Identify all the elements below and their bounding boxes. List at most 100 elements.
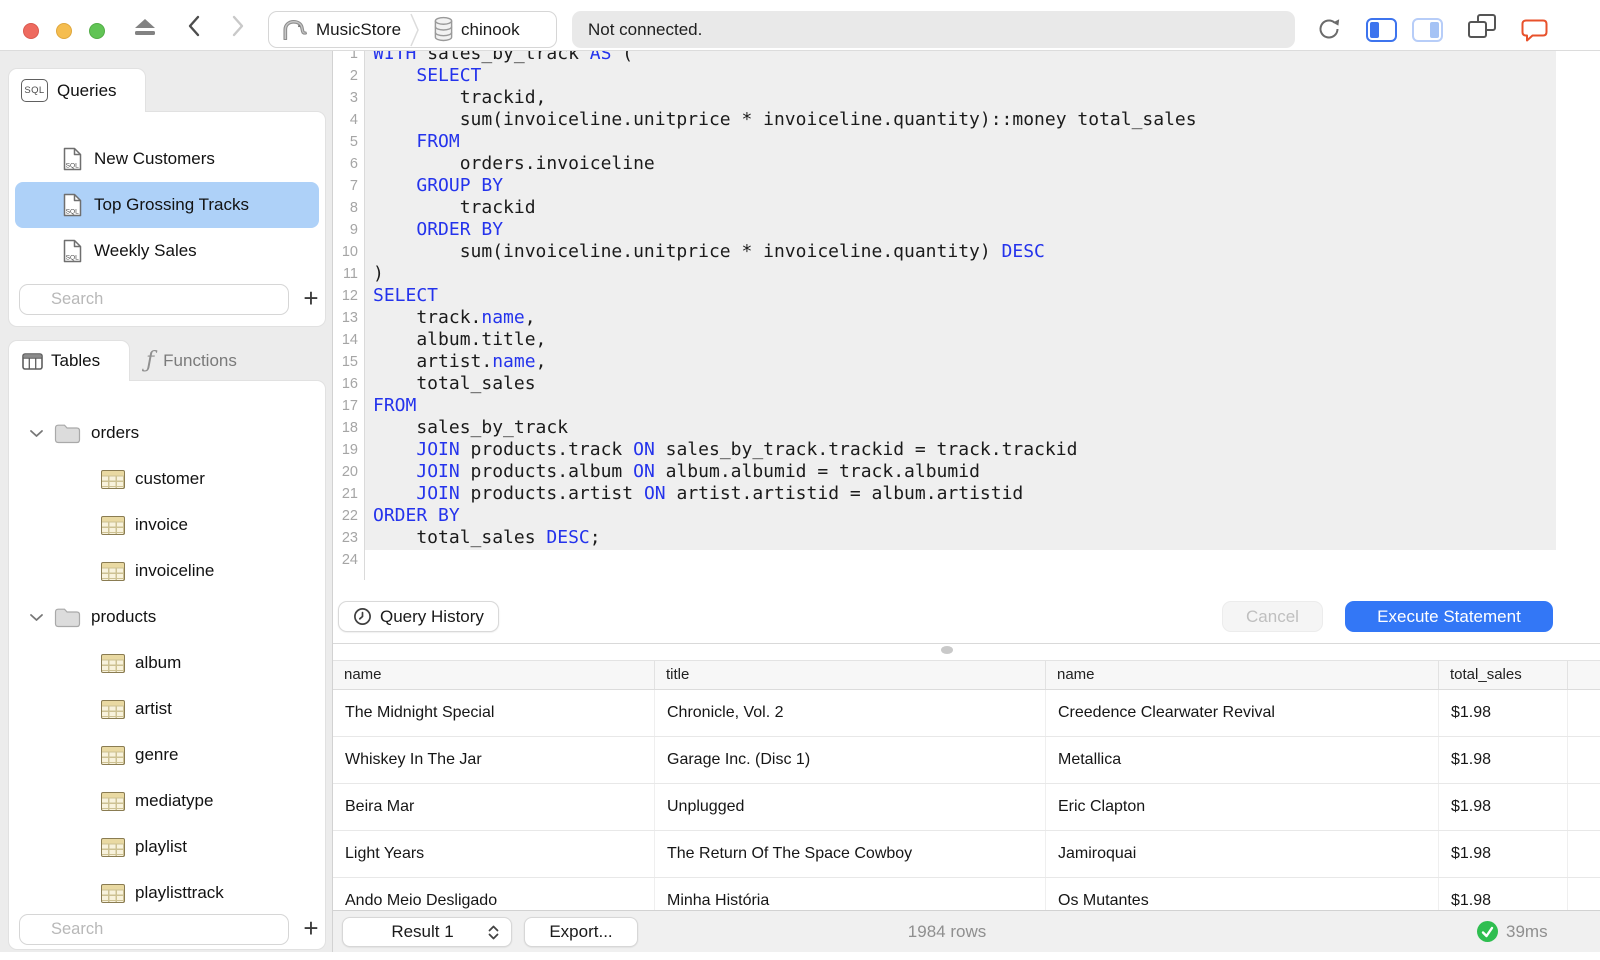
close-button[interactable]	[23, 23, 39, 39]
cell[interactable]: Light Years	[333, 831, 655, 877]
column-header-title-1[interactable]: title	[655, 661, 1046, 689]
code-line: 7 GROUP BY	[333, 175, 1600, 197]
cell[interactable]: $1.98	[1439, 878, 1568, 910]
splitter-handle[interactable]	[941, 646, 953, 654]
table-item-mediatype[interactable]: mediatype	[9, 778, 325, 824]
table-icon	[101, 469, 125, 489]
result-selector[interactable]: Result 1	[342, 917, 512, 947]
cell[interactable]: $1.98	[1439, 784, 1568, 830]
code-text: artist.name,	[373, 351, 547, 372]
line-number: 14	[341, 332, 358, 348]
cell[interactable]: The Midnight Special	[333, 690, 655, 736]
cell[interactable]: Ando Meio Desligado	[333, 878, 655, 910]
table-item-invoiceline[interactable]: invoiceline	[9, 548, 325, 594]
query-history-button[interactable]: Query History	[338, 601, 499, 632]
chat-icon[interactable]	[1519, 17, 1550, 43]
cell[interactable]: Eric Clapton	[1046, 784, 1439, 830]
query-item-new-customers[interactable]: SQL New Customers	[15, 136, 319, 182]
table-item-playlisttrack[interactable]: playlisttrack	[9, 870, 325, 916]
cell[interactable]: Chronicle, Vol. 2	[655, 690, 1046, 736]
execute-statement-button[interactable]: Execute Statement	[1345, 601, 1553, 632]
queries-search: +	[19, 284, 319, 315]
code-text: trackid	[373, 197, 536, 218]
code-line: 5 FROM	[333, 131, 1600, 153]
code-line: 8 trackid	[333, 197, 1600, 219]
zoom-button[interactable]	[89, 23, 105, 39]
cell[interactable]: Garage Inc. (Disc 1)	[655, 737, 1046, 783]
breadcrumb-connection[interactable]: MusicStore	[269, 17, 409, 42]
query-item-label: New Customers	[94, 149, 215, 168]
cell[interactable]: Whiskey In The Jar	[333, 737, 655, 783]
line-number: 15	[341, 354, 358, 370]
forward-icon[interactable]	[229, 14, 245, 38]
line-number: 4	[349, 112, 358, 128]
breadcrumb-connection-label: MusicStore	[316, 19, 402, 39]
folder-label: products	[91, 607, 157, 626]
cell-filler	[1568, 878, 1600, 910]
table-item-customer[interactable]: customer	[9, 456, 325, 502]
add-table-button[interactable]: +	[299, 914, 323, 945]
table-item-playlist[interactable]: playlist	[9, 824, 325, 870]
column-header-name-0[interactable]: name	[333, 661, 655, 689]
sidebar-divider[interactable]	[332, 50, 333, 952]
table-label: artist	[135, 699, 172, 718]
tab-tables[interactable]: Tables	[8, 340, 130, 381]
table-row[interactable]: The Midnight Special Chronicle, Vol. 2 Cre…	[333, 690, 1600, 737]
eject-icon[interactable]	[134, 19, 156, 35]
cell[interactable]: The Return Of The Space Cowboy	[655, 831, 1046, 877]
windows-icon[interactable]	[1468, 14, 1496, 38]
cell[interactable]: Jamiroquai	[1046, 831, 1439, 877]
sql-editor[interactable]: 1 WITH sales_by_track AS (2 SELECT 3 track…	[333, 50, 1600, 593]
refresh-icon[interactable]	[1316, 16, 1342, 42]
breadcrumb-database[interactable]: chinook	[422, 16, 528, 43]
add-query-button[interactable]: +	[299, 284, 323, 315]
schema-search: +	[19, 914, 319, 945]
query-list: SQL New Customers SQL Top Grossing Tracks SQ…	[9, 112, 325, 274]
table-icon	[101, 699, 125, 719]
schema-folder-orders[interactable]: orders	[9, 410, 325, 456]
chevron-down-icon[interactable]	[29, 429, 44, 438]
cell[interactable]: Creedence Clearwater Revival	[1046, 690, 1439, 736]
breadcrumb-separator	[410, 13, 419, 46]
traffic-lights	[23, 23, 105, 39]
sql-file-icon: SQL	[63, 147, 82, 171]
sidebar-left-toggle-icon[interactable]	[1366, 18, 1397, 42]
table-row[interactable]: Ando Meio Desligado Minha História Os Muta…	[333, 878, 1600, 910]
cell[interactable]: Beira Mar	[333, 784, 655, 830]
code-text: FROM	[416, 131, 460, 152]
cell[interactable]: Unplugged	[655, 784, 1046, 830]
queries-search-input[interactable]	[19, 284, 289, 315]
chevron-down-icon[interactable]	[29, 613, 44, 622]
line-number: 11	[342, 266, 358, 282]
table-item-artist[interactable]: artist	[9, 686, 325, 732]
schema-folder-products[interactable]: products	[9, 594, 325, 640]
svg-text:SQL: SQL	[66, 255, 80, 262]
back-icon[interactable]	[187, 14, 203, 38]
query-item-top-grossing-tracks[interactable]: SQL Top Grossing Tracks	[15, 182, 319, 228]
query-item-weekly-sales[interactable]: SQL Weekly Sales	[15, 228, 319, 274]
tab-functions[interactable]: ƒ Functions	[130, 340, 237, 381]
table-row[interactable]: Light Years The Return Of The Space Cowbo…	[333, 831, 1600, 878]
cancel-button[interactable]: Cancel	[1222, 601, 1323, 632]
cell[interactable]: $1.98	[1439, 831, 1568, 877]
schema-search-input[interactable]	[19, 914, 289, 945]
code-line: 19 JOIN products.track ON sales_by_track…	[333, 439, 1600, 461]
cell[interactable]: $1.98	[1439, 737, 1568, 783]
table-item-invoice[interactable]: invoice	[9, 502, 325, 548]
export-button[interactable]: Export...	[524, 917, 638, 947]
table-row[interactable]: Beira Mar Unplugged Eric Clapton $1.98	[333, 784, 1600, 831]
minimize-button[interactable]	[56, 23, 72, 39]
column-header-name-2[interactable]: name	[1046, 661, 1439, 689]
column-header-total-sales-3[interactable]: total_sales	[1439, 661, 1568, 689]
table-item-genre[interactable]: genre	[9, 732, 325, 778]
cell[interactable]: Os Mutantes	[1046, 878, 1439, 910]
cell[interactable]: Minha História	[655, 878, 1046, 910]
table-row[interactable]: Whiskey In The Jar Garage Inc. (Disc 1) Me…	[333, 737, 1600, 784]
tab-queries[interactable]: SQL Queries	[8, 68, 146, 112]
tables-tab-label: Tables	[51, 351, 101, 370]
sidebar-right-toggle-icon[interactable]	[1412, 18, 1443, 42]
table-item-album[interactable]: album	[9, 640, 325, 686]
cell[interactable]: $1.98	[1439, 690, 1568, 736]
cell[interactable]: Metallica	[1046, 737, 1439, 783]
